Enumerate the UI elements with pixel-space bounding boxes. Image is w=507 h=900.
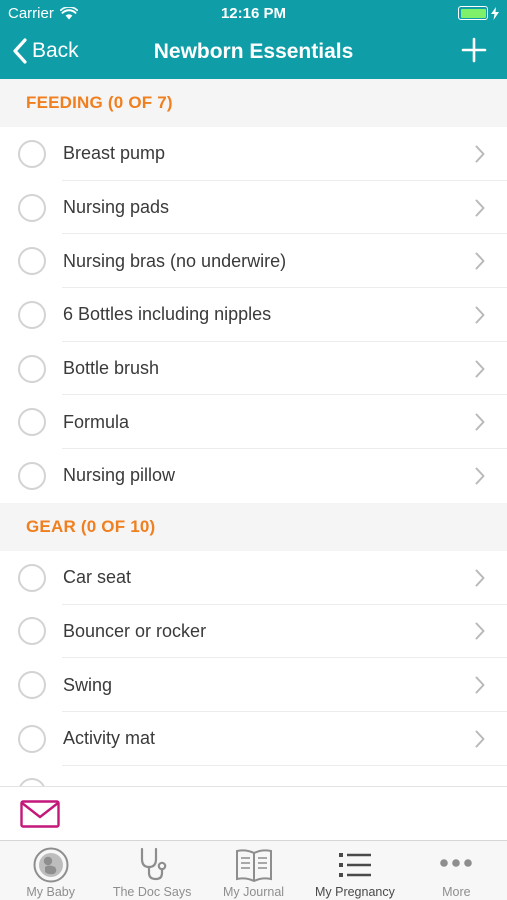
list-item[interactable]: Formula	[0, 395, 507, 450]
list-item[interactable]: Nursing pads	[0, 180, 507, 235]
list-item[interactable]: Nursing pillow	[0, 449, 507, 503]
chevron-right-icon	[475, 360, 485, 378]
list-item[interactable]: Breast pump	[0, 127, 507, 181]
more-icon	[440, 859, 473, 867]
checkbox[interactable]	[18, 193, 46, 222]
feedback-bar	[0, 786, 507, 840]
list-item[interactable]: Bouncer or rocker	[0, 604, 507, 659]
section-header-gear: GEAR (0 OF 10)	[0, 502, 507, 551]
chevron-right-icon	[475, 569, 485, 587]
chevron-right-icon	[475, 730, 485, 748]
chevron-left-icon	[13, 38, 27, 64]
item-label: 6 Bottles including nipples	[63, 304, 272, 325]
item-label: Activity mat	[63, 728, 156, 749]
chevron-right-icon	[475, 252, 485, 270]
checkbox[interactable]	[18, 461, 46, 490]
tab-label: My Pregnancy	[314, 885, 395, 899]
checkbox[interactable]	[18, 408, 46, 437]
checkbox[interactable]	[18, 724, 46, 753]
journal-icon	[235, 849, 272, 883]
chevron-right-icon	[475, 199, 485, 217]
checkbox[interactable]	[18, 300, 46, 329]
tab-my-baby[interactable]: My Baby	[0, 841, 101, 900]
checkbox[interactable]	[18, 139, 46, 168]
list-item[interactable]: Nursing bras (no underwire)	[0, 234, 507, 289]
tab-my-journal[interactable]: My Journal	[203, 841, 304, 900]
tab-the-doc-says[interactable]: The Doc Says	[101, 841, 202, 900]
mail-button[interactable]	[20, 800, 60, 833]
tab-label: The Doc Says	[112, 885, 192, 899]
envelope-icon	[20, 800, 60, 828]
battery-indicator	[458, 6, 499, 20]
section-header-feeding: FEEDING (0 OF 7)	[0, 79, 507, 127]
chevron-right-icon	[475, 622, 485, 640]
tab-bar: My Baby The Doc Says My Journal My Pregn…	[0, 840, 507, 900]
baby-icon	[33, 847, 69, 883]
back-button[interactable]: Back	[12, 38, 79, 64]
item-label: Nursing pillow	[63, 465, 176, 486]
checkbox[interactable]	[18, 354, 46, 383]
chevron-right-icon	[475, 306, 485, 324]
tab-label: More	[442, 885, 471, 899]
list-item[interactable]: Activity mat	[0, 711, 507, 766]
item-label: Nursing bras (no underwire)	[63, 250, 287, 271]
stethoscope-icon	[141, 847, 167, 881]
list-item[interactable]: 6 Bottles including nipples	[0, 288, 507, 342]
tab-more[interactable]: More	[406, 841, 507, 900]
back-label: Back	[32, 39, 79, 62]
list-item[interactable]: Car seat	[0, 550, 507, 605]
item-label: Breast pump	[63, 143, 166, 164]
battery-icon	[458, 6, 488, 20]
chevron-right-icon	[475, 676, 485, 694]
item-label: Formula	[63, 411, 130, 432]
tab-label: My Baby	[26, 885, 76, 899]
list-item[interactable]: Swing	[0, 658, 507, 712]
chevron-right-icon	[475, 145, 485, 163]
checklist[interactable]: FEEDING (0 OF 7) Breast pump Nursing pad…	[0, 79, 507, 786]
checkbox[interactable]	[18, 247, 46, 276]
tab-label: My Journal	[222, 885, 285, 899]
item-label: Nursing pads	[63, 197, 170, 218]
list-icon	[338, 853, 371, 877]
list-item[interactable]	[0, 765, 507, 786]
navigation-bar: Back Newborn Essentials	[0, 28, 507, 79]
item-label: Bouncer or rocker	[63, 620, 207, 641]
checkbox[interactable]	[18, 617, 46, 646]
plus-icon	[461, 37, 487, 63]
chevron-right-icon	[475, 413, 485, 431]
checkbox[interactable]	[18, 778, 46, 786]
status-time: 12:16 PM	[220, 5, 287, 22]
tab-my-pregnancy[interactable]: My Pregnancy	[304, 841, 405, 900]
charging-bolt-icon	[491, 6, 499, 20]
add-button[interactable]	[461, 37, 487, 68]
checkbox[interactable]	[18, 563, 46, 592]
checkbox[interactable]	[18, 671, 46, 700]
item-label: Car seat	[63, 567, 132, 588]
chevron-right-icon	[475, 467, 485, 485]
item-label: Swing	[63, 674, 113, 695]
list-item[interactable]: Bottle brush	[0, 341, 507, 396]
status-bar: Carrier 12:16 PM	[0, 0, 507, 28]
item-label: Bottle brush	[63, 358, 160, 379]
